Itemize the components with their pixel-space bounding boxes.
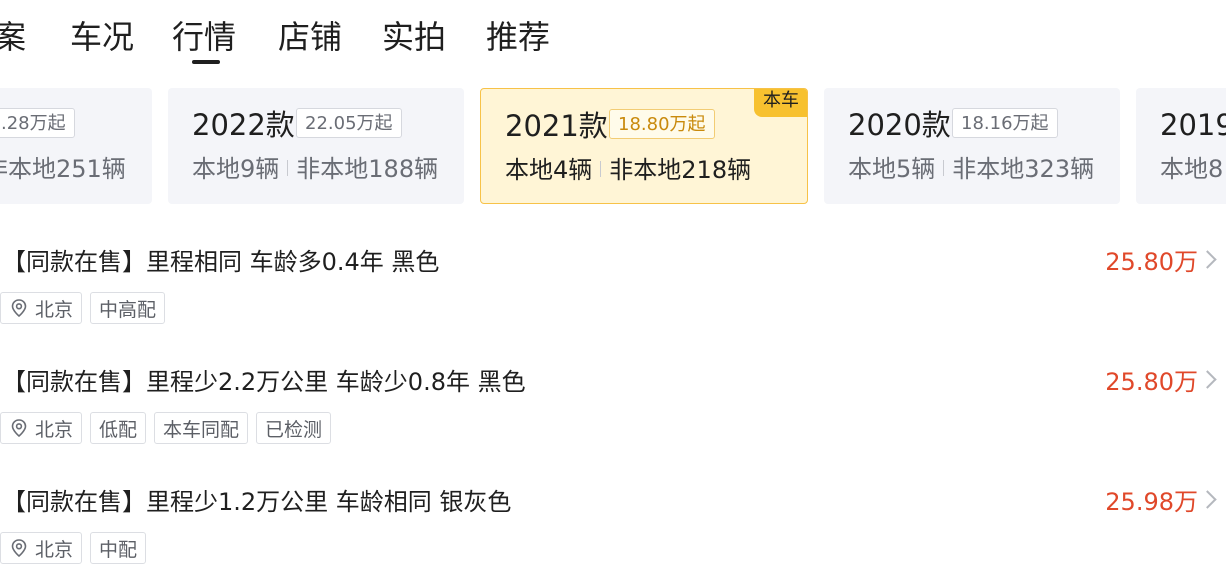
config-tag: 低配	[90, 412, 147, 444]
local-count: 本地4辆	[505, 156, 593, 184]
listing-tags: 北京 低配 本车同配 已检测	[0, 412, 332, 444]
location-pin-icon	[11, 539, 27, 558]
active-tab-indicator	[192, 60, 220, 64]
year-card[interactable]: .28万起 非本地251辆	[0, 88, 152, 204]
listing-item[interactable]: 【同款在售】里程相同 车龄多0.4年 黑色 25.80万 北京 中高配	[0, 230, 1226, 340]
year-label: 2022款	[192, 108, 295, 142]
inspected-tag: 已检测	[256, 412, 332, 444]
year-label: 2020款	[848, 108, 951, 142]
nonlocal-count: 非本地188辆	[296, 155, 439, 183]
year-card-2021-selected[interactable]: 2021款 18.80万起 本地4辆 非本地218辆 本车	[480, 88, 808, 204]
year-counts: 本地8	[1160, 154, 1223, 184]
location-pin-icon	[11, 299, 27, 318]
listing-tags: 北京 中配	[0, 532, 147, 564]
config-tag: 中配	[90, 532, 147, 564]
this-car-badge: 本车	[754, 89, 807, 117]
year-price-tag: .28万起	[0, 108, 75, 138]
tab-store[interactable]: 店铺	[278, 18, 342, 56]
listing-item[interactable]: 【同款在售】里程少2.2万公里 车龄少0.8年 黑色 25.80万 北京 低配 …	[0, 350, 1226, 460]
year-card-2019[interactable]: 2019 本地8	[1136, 88, 1226, 204]
year-price-tag: 18.16万起	[952, 108, 1058, 138]
tab-recommend[interactable]: 推荐	[486, 18, 550, 56]
year-label: 2019	[1160, 108, 1226, 142]
section-tabs: 案 车况 行情 店铺 实拍 推荐	[0, 0, 1226, 70]
year-counts: 本地9辆 非本地188辆	[192, 154, 438, 184]
listing-price: 25.80万	[1105, 248, 1198, 276]
year-label: 2021款	[505, 109, 608, 143]
local-count: 本地8	[1160, 155, 1224, 183]
divider	[943, 160, 945, 176]
config-tag: 中高配	[90, 292, 166, 324]
listing-price: 25.98万	[1105, 488, 1198, 516]
divider	[600, 161, 602, 177]
listing-item[interactable]: 【同款在售】里程少1.2万公里 车龄相同 银灰色 25.98万 北京 中配	[0, 470, 1226, 564]
year-counts: 本地4辆 非本地218辆	[505, 155, 751, 185]
listing-tags: 北京 中高配	[0, 292, 166, 324]
listing-title: 【同款在售】里程少1.2万公里 车龄相同 银灰色	[2, 488, 512, 516]
year-card-2020[interactable]: 2020款 18.16万起 本地5辆 非本地323辆	[824, 88, 1120, 204]
nonlocal-count: 非本地218辆	[609, 156, 752, 184]
location-tag: 北京	[0, 412, 83, 444]
local-count: 本地9辆	[192, 155, 280, 183]
year-card-2022[interactable]: 2022款 22.05万起 本地9辆 非本地188辆	[168, 88, 464, 204]
tab-archive[interactable]: 案	[0, 18, 26, 56]
same-config-tag: 本车同配	[154, 412, 249, 444]
location-label: 北京	[35, 418, 74, 441]
market-page: 案 车况 行情 店铺 实拍 推荐 .28万起 非本地251辆 2022款 22.…	[0, 0, 1226, 564]
nonlocal-count: 非本地323辆	[952, 155, 1095, 183]
location-pin-icon	[11, 419, 27, 438]
location-tag: 北京	[0, 532, 83, 564]
listing-title: 【同款在售】里程相同 车龄多0.4年 黑色	[2, 248, 440, 276]
listing-title: 【同款在售】里程少2.2万公里 车龄少0.8年 黑色	[2, 368, 526, 396]
local-count: 本地5辆	[848, 155, 936, 183]
tab-market[interactable]: 行情	[172, 18, 236, 56]
location-label: 北京	[35, 538, 74, 561]
tab-photos[interactable]: 实拍	[382, 18, 446, 56]
chevron-right-icon	[1198, 370, 1217, 389]
year-price-tag: 18.80万起	[609, 109, 715, 139]
listing-price: 25.80万	[1105, 368, 1198, 396]
chevron-right-icon	[1198, 490, 1217, 509]
tab-condition[interactable]: 车况	[70, 18, 134, 56]
chevron-right-icon	[1198, 250, 1217, 269]
nonlocal-count: 非本地251辆	[0, 155, 126, 183]
model-year-strip[interactable]: .28万起 非本地251辆 2022款 22.05万起 本地9辆非本地188辆 …	[0, 88, 1226, 206]
year-price-tag: 22.05万起	[296, 108, 402, 138]
year-counts: 非本地251辆	[0, 154, 126, 184]
location-tag: 北京	[0, 292, 83, 324]
divider	[287, 160, 289, 176]
year-counts: 本地5辆 非本地323辆	[848, 154, 1094, 184]
location-label: 北京	[35, 298, 74, 321]
